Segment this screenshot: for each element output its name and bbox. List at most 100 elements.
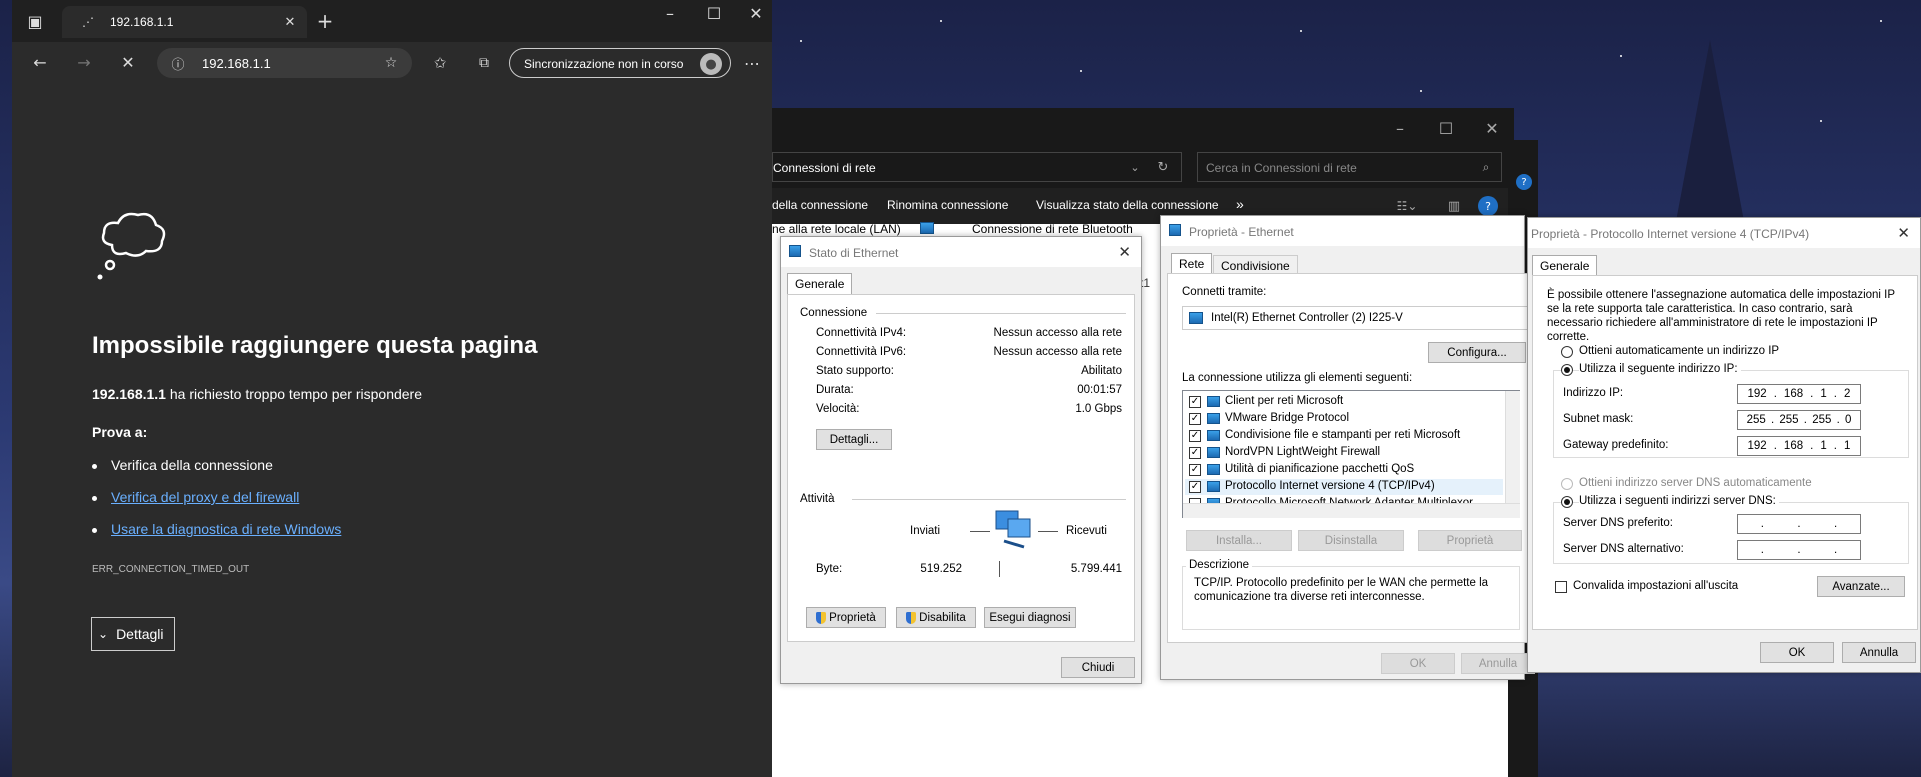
vertical-scrollbar[interactable] [1505, 391, 1520, 503]
sync-button[interactable]: Sincronizzazione non in corso ● [509, 48, 731, 78]
preferred-dns-field[interactable]: ... [1737, 514, 1861, 534]
gw-octet: 192 [1747, 440, 1767, 452]
info-icon[interactable]: ⓘ [169, 54, 187, 73]
tab-actions-icon[interactable]: ▣ [24, 10, 46, 32]
stop-icon[interactable]: ✕ [116, 50, 140, 74]
close-button[interactable]: Chiudi [1061, 657, 1135, 678]
component-checkbox[interactable]: ✓ [1189, 413, 1201, 425]
bluetooth-connection-icon [920, 222, 934, 234]
component-item[interactable]: ✓ NordVPN LightWeight Firewall [1185, 445, 1503, 461]
component-checkbox[interactable]: ✓ [1189, 430, 1201, 442]
maximize-icon[interactable]: ☐ [696, 0, 732, 26]
disable-button[interactable]: Disabilita [896, 607, 976, 628]
close-icon[interactable]: ✕ [1897, 224, 1910, 242]
component-item[interactable]: ✓ Protocollo Internet versione 4 (TCP/IPv… [1185, 479, 1503, 495]
new-tab-icon[interactable]: + [314, 9, 336, 33]
gateway-field[interactable]: 192. 168. 1. 1 [1737, 436, 1861, 456]
validate-checkbox[interactable] [1555, 581, 1567, 593]
loading-icon: ⋰ [82, 15, 94, 29]
refresh-icon[interactable]: ↻ [1155, 159, 1171, 175]
explorer-address-bar[interactable]: Connessioni di rete ⌄ ↻ [772, 152, 1182, 182]
command-more[interactable]: » [1236, 196, 1244, 212]
browser-tab[interactable]: ⋰ 192.168.1.1 ✕ [62, 6, 307, 38]
items-list[interactable]: ✓ Client per reti Microsoft ✓ VMware Bridge… [1182, 390, 1520, 518]
component-item[interactable]: ✓ VMware Bridge Protocol [1185, 411, 1503, 427]
dialog-title: Proprietà - Protocollo Internet versione… [1531, 227, 1810, 241]
cancel-button[interactable]: Annulla [1461, 653, 1535, 674]
component-label: Utilità di pianificazione pacchetti QoS [1225, 463, 1415, 475]
component-item[interactable]: ✓ Condivisione file e stampanti per reti … [1185, 428, 1503, 444]
connection-item-lan[interactable]: ne alla rete locale (LAN) [772, 222, 901, 236]
component-checkbox[interactable]: ✓ [1189, 481, 1201, 493]
uninstall-button[interactable]: Disinstalla [1298, 530, 1404, 551]
component-checkbox[interactable]: ✓ [1189, 396, 1201, 408]
ip-octet: 1 [1820, 388, 1827, 400]
suggestion-diagnostics-link[interactable]: Usare la diagnostica di rete Windows [111, 521, 341, 537]
item-properties-button[interactable]: Proprietà [1418, 530, 1522, 551]
close-window-icon[interactable]: ✕ [740, 0, 772, 26]
sent-label: Inviati [910, 525, 941, 537]
more-icon[interactable]: ⋯ [740, 51, 764, 75]
add-favorite-icon[interactable]: ☆ [381, 54, 401, 72]
diagnose-button[interactable]: Esegui diagnosi [984, 607, 1076, 628]
command-view-status[interactable]: Visualizza stato della connessione [1036, 198, 1219, 212]
back-icon[interactable]: ← [28, 50, 52, 74]
component-item[interactable]: ✓ Client per reti Microsoft [1185, 394, 1503, 410]
tab-network[interactable]: Rete [1171, 253, 1213, 274]
configure-button[interactable]: Configura... [1428, 342, 1526, 363]
mask-octet: 0 [1844, 414, 1852, 426]
shield-icon [906, 611, 917, 624]
gw-octet: 1 [1843, 440, 1851, 452]
close-icon[interactable]: ✕ [1480, 116, 1504, 140]
help-icon[interactable]: ? [1516, 174, 1532, 190]
close-tab-icon[interactable]: ✕ [282, 14, 298, 30]
minimize-icon[interactable]: – [652, 0, 688, 26]
auto-ip-radio[interactable] [1561, 346, 1573, 358]
received-label: Ricevuti [1066, 525, 1107, 537]
maximize-icon[interactable]: ☐ [1434, 116, 1458, 140]
command-rename[interactable]: Rinomina connessione [887, 198, 1008, 212]
close-icon[interactable]: ✕ [1118, 243, 1131, 261]
manual-ip-radio[interactable] [1561, 364, 1573, 376]
subnet-mask-label: Subnet mask: [1563, 413, 1634, 425]
address-bar[interactable]: ⓘ 192.168.1.1 ☆ [157, 48, 412, 78]
speed-value: 1.0 Gbps [1075, 403, 1122, 415]
network-activity-icon [994, 507, 1034, 551]
command-connection-settings[interactable]: della connessione [772, 198, 868, 212]
component-checkbox[interactable]: ✓ [1189, 447, 1201, 459]
shield-icon [816, 611, 827, 624]
cancel-button[interactable]: Annulla [1842, 642, 1916, 663]
view-options-icon[interactable]: ☷⌄ [1390, 196, 1424, 216]
tab-general[interactable]: Generale [1532, 255, 1598, 276]
advanced-button[interactable]: Avanzate... [1817, 576, 1905, 597]
install-button[interactable]: Installa... [1186, 530, 1292, 551]
tab-general[interactable]: Generale [787, 273, 853, 294]
details-button[interactable]: ⌄ Dettagli [91, 617, 175, 651]
component-icon [1207, 396, 1220, 407]
gw-octet: 1 [1820, 440, 1827, 452]
auto-dns-radio[interactable] [1561, 478, 1573, 490]
preview-pane-icon[interactable]: ▥ [1444, 196, 1464, 216]
collections-icon[interactable]: ⧉ [472, 51, 496, 75]
subnet-mask-field[interactable]: 255. 255. 255. 0 [1737, 410, 1861, 430]
alternate-dns-field[interactable]: ... [1737, 540, 1861, 560]
manual-dns-radio[interactable] [1561, 496, 1573, 508]
details-button[interactable]: Dettagli... [816, 429, 892, 450]
component-checkbox[interactable]: ✓ [1189, 464, 1201, 476]
favorites-icon[interactable]: ✩ [428, 51, 452, 75]
ip-octet: 2 [1843, 388, 1851, 400]
explorer-search-field[interactable]: Cerca in Connessioni di rete ⌕ [1197, 152, 1502, 182]
ok-button[interactable]: OK [1760, 642, 1834, 663]
properties-button[interactable]: Proprietà [806, 607, 886, 628]
ip-address-field[interactable]: 192. 168. 1. 2 [1737, 384, 1861, 404]
horizontal-scrollbar[interactable] [1183, 503, 1520, 518]
component-item[interactable]: ✓ Utilità di pianificazione pacchetti QoS [1185, 462, 1503, 478]
chevron-down-icon[interactable]: ⌄ [1127, 159, 1143, 175]
suggestion-proxy-link[interactable]: Verifica del proxy e del firewall [111, 489, 299, 505]
connection-item-bluetooth[interactable]: Connessione di rete Bluetooth [972, 222, 1133, 236]
minimize-icon[interactable]: – [1388, 116, 1412, 140]
help-icon[interactable]: ? [1478, 196, 1498, 216]
forward-icon[interactable]: → [72, 50, 96, 74]
description-group-label: Descrizione [1186, 559, 1253, 571]
ok-button[interactable]: OK [1381, 653, 1455, 674]
